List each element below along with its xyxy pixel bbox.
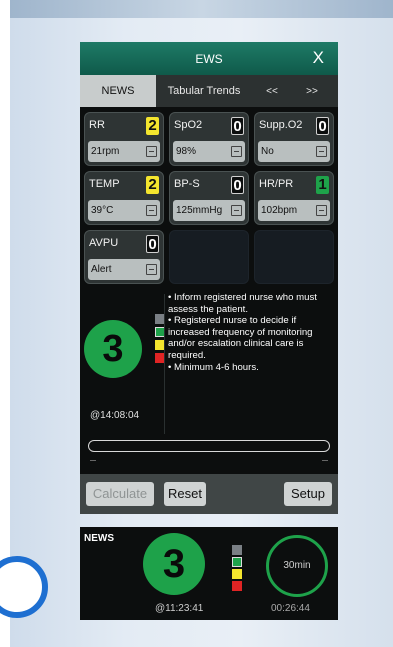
param-bp-s[interactable]: BP-S 0 125mmHg (169, 171, 249, 225)
button-bar: Calculate Reset Setup (80, 474, 338, 514)
param-hr-pr[interactable]: HR/PR 1 102bpm (254, 171, 334, 225)
empty-slot (254, 230, 334, 284)
strip-score-badge: 3 (143, 533, 205, 595)
close-button[interactable]: X (313, 48, 324, 68)
advice-line: • Minimum 4-6 hours. (168, 361, 259, 373)
keypad-icon (316, 205, 327, 216)
param-label: SpO2 (174, 119, 203, 131)
tab-bar: NEWS Tabular Trends << >> (80, 75, 338, 107)
calculate-button[interactable]: Calculate (86, 482, 154, 506)
param-label: TEMP (89, 178, 120, 190)
total-score-badge: 3 (84, 320, 142, 378)
empty-slot (169, 230, 249, 284)
param-spo2[interactable]: SpO2 0 98% (169, 112, 249, 166)
param-score: 2 (146, 117, 159, 135)
keypad-icon (146, 205, 157, 216)
param-value-field[interactable]: 102bpm (258, 200, 330, 221)
param-temp[interactable]: TEMP 2 39°C (84, 171, 164, 225)
clinical-advice: • Inform registered nurse who must asses… (168, 292, 338, 373)
keypad-icon (316, 146, 327, 157)
reset-button[interactable]: Reset (164, 482, 206, 506)
strip-label: NEWS (84, 533, 114, 544)
param-score: 0 (316, 117, 329, 135)
tab-news[interactable]: NEWS (80, 75, 156, 107)
param-label: AVPU (89, 237, 119, 249)
title-bar: EWS X (80, 42, 338, 75)
param-value-field[interactable]: 21rpm (88, 141, 160, 162)
param-score: 0 (231, 117, 244, 135)
param-score: 2 (146, 176, 159, 194)
advice-line: • Registered nurse to decide if increase… (168, 315, 313, 361)
window-title: EWS (195, 52, 223, 66)
param-value-field[interactable]: 39°C (88, 200, 160, 221)
param-score: 1 (316, 176, 329, 194)
strip-risk-red (232, 581, 242, 591)
param-rr[interactable]: RR 2 21rpm (84, 112, 164, 166)
param-avpu[interactable]: AVPU 0 Alert (84, 230, 164, 284)
progress-slider[interactable] (88, 440, 330, 452)
interval-timer: 30min (266, 535, 328, 597)
keypad-icon (231, 146, 242, 157)
param-label: Supp.O2 (259, 119, 303, 131)
total-score-area: 3 @14:08:04 (84, 292, 168, 428)
strip-risk-gray (232, 545, 242, 555)
param-value-field[interactable]: 125mmHg (173, 200, 245, 221)
tab-next-button[interactable]: >> (292, 75, 332, 107)
ews-panel: EWS X NEWS Tabular Trends << >> RR 2 21r… (80, 42, 338, 514)
divider (164, 294, 165, 434)
param-value-field[interactable]: No (258, 141, 330, 162)
keypad-icon (231, 205, 242, 216)
elapsed-time: 00:26:44 (271, 603, 310, 614)
param-label: RR (89, 119, 105, 131)
keypad-icon (146, 264, 157, 275)
news-summary-strip: NEWS 3 @11:23:41 30min 00:26:44 (80, 527, 338, 620)
bezel-top-edge (10, 0, 393, 18)
param-value-field[interactable]: Alert (88, 259, 160, 280)
tab-tabular-trends[interactable]: Tabular Trends (156, 75, 252, 107)
setup-button[interactable]: Setup (284, 482, 332, 506)
score-timestamp: @14:08:04 (90, 410, 140, 421)
param-score: 0 (231, 176, 244, 194)
param-label: BP-S (174, 178, 200, 190)
param-score: 0 (146, 235, 159, 253)
strip-risk-green (232, 557, 242, 567)
slider-tick-left (90, 460, 96, 461)
advice-line: • Inform registered nurse who must asses… (168, 292, 317, 315)
keypad-icon (146, 146, 157, 157)
param-supp-o2[interactable]: Supp.O2 0 No (254, 112, 334, 166)
tab-prev-button[interactable]: << (252, 75, 292, 107)
strip-timestamp: @11:23:41 (155, 603, 204, 614)
slider-tick-right (322, 460, 328, 461)
param-label: HR/PR (259, 178, 294, 190)
param-value-field[interactable]: 98% (173, 141, 245, 162)
strip-risk-yellow (232, 569, 242, 579)
